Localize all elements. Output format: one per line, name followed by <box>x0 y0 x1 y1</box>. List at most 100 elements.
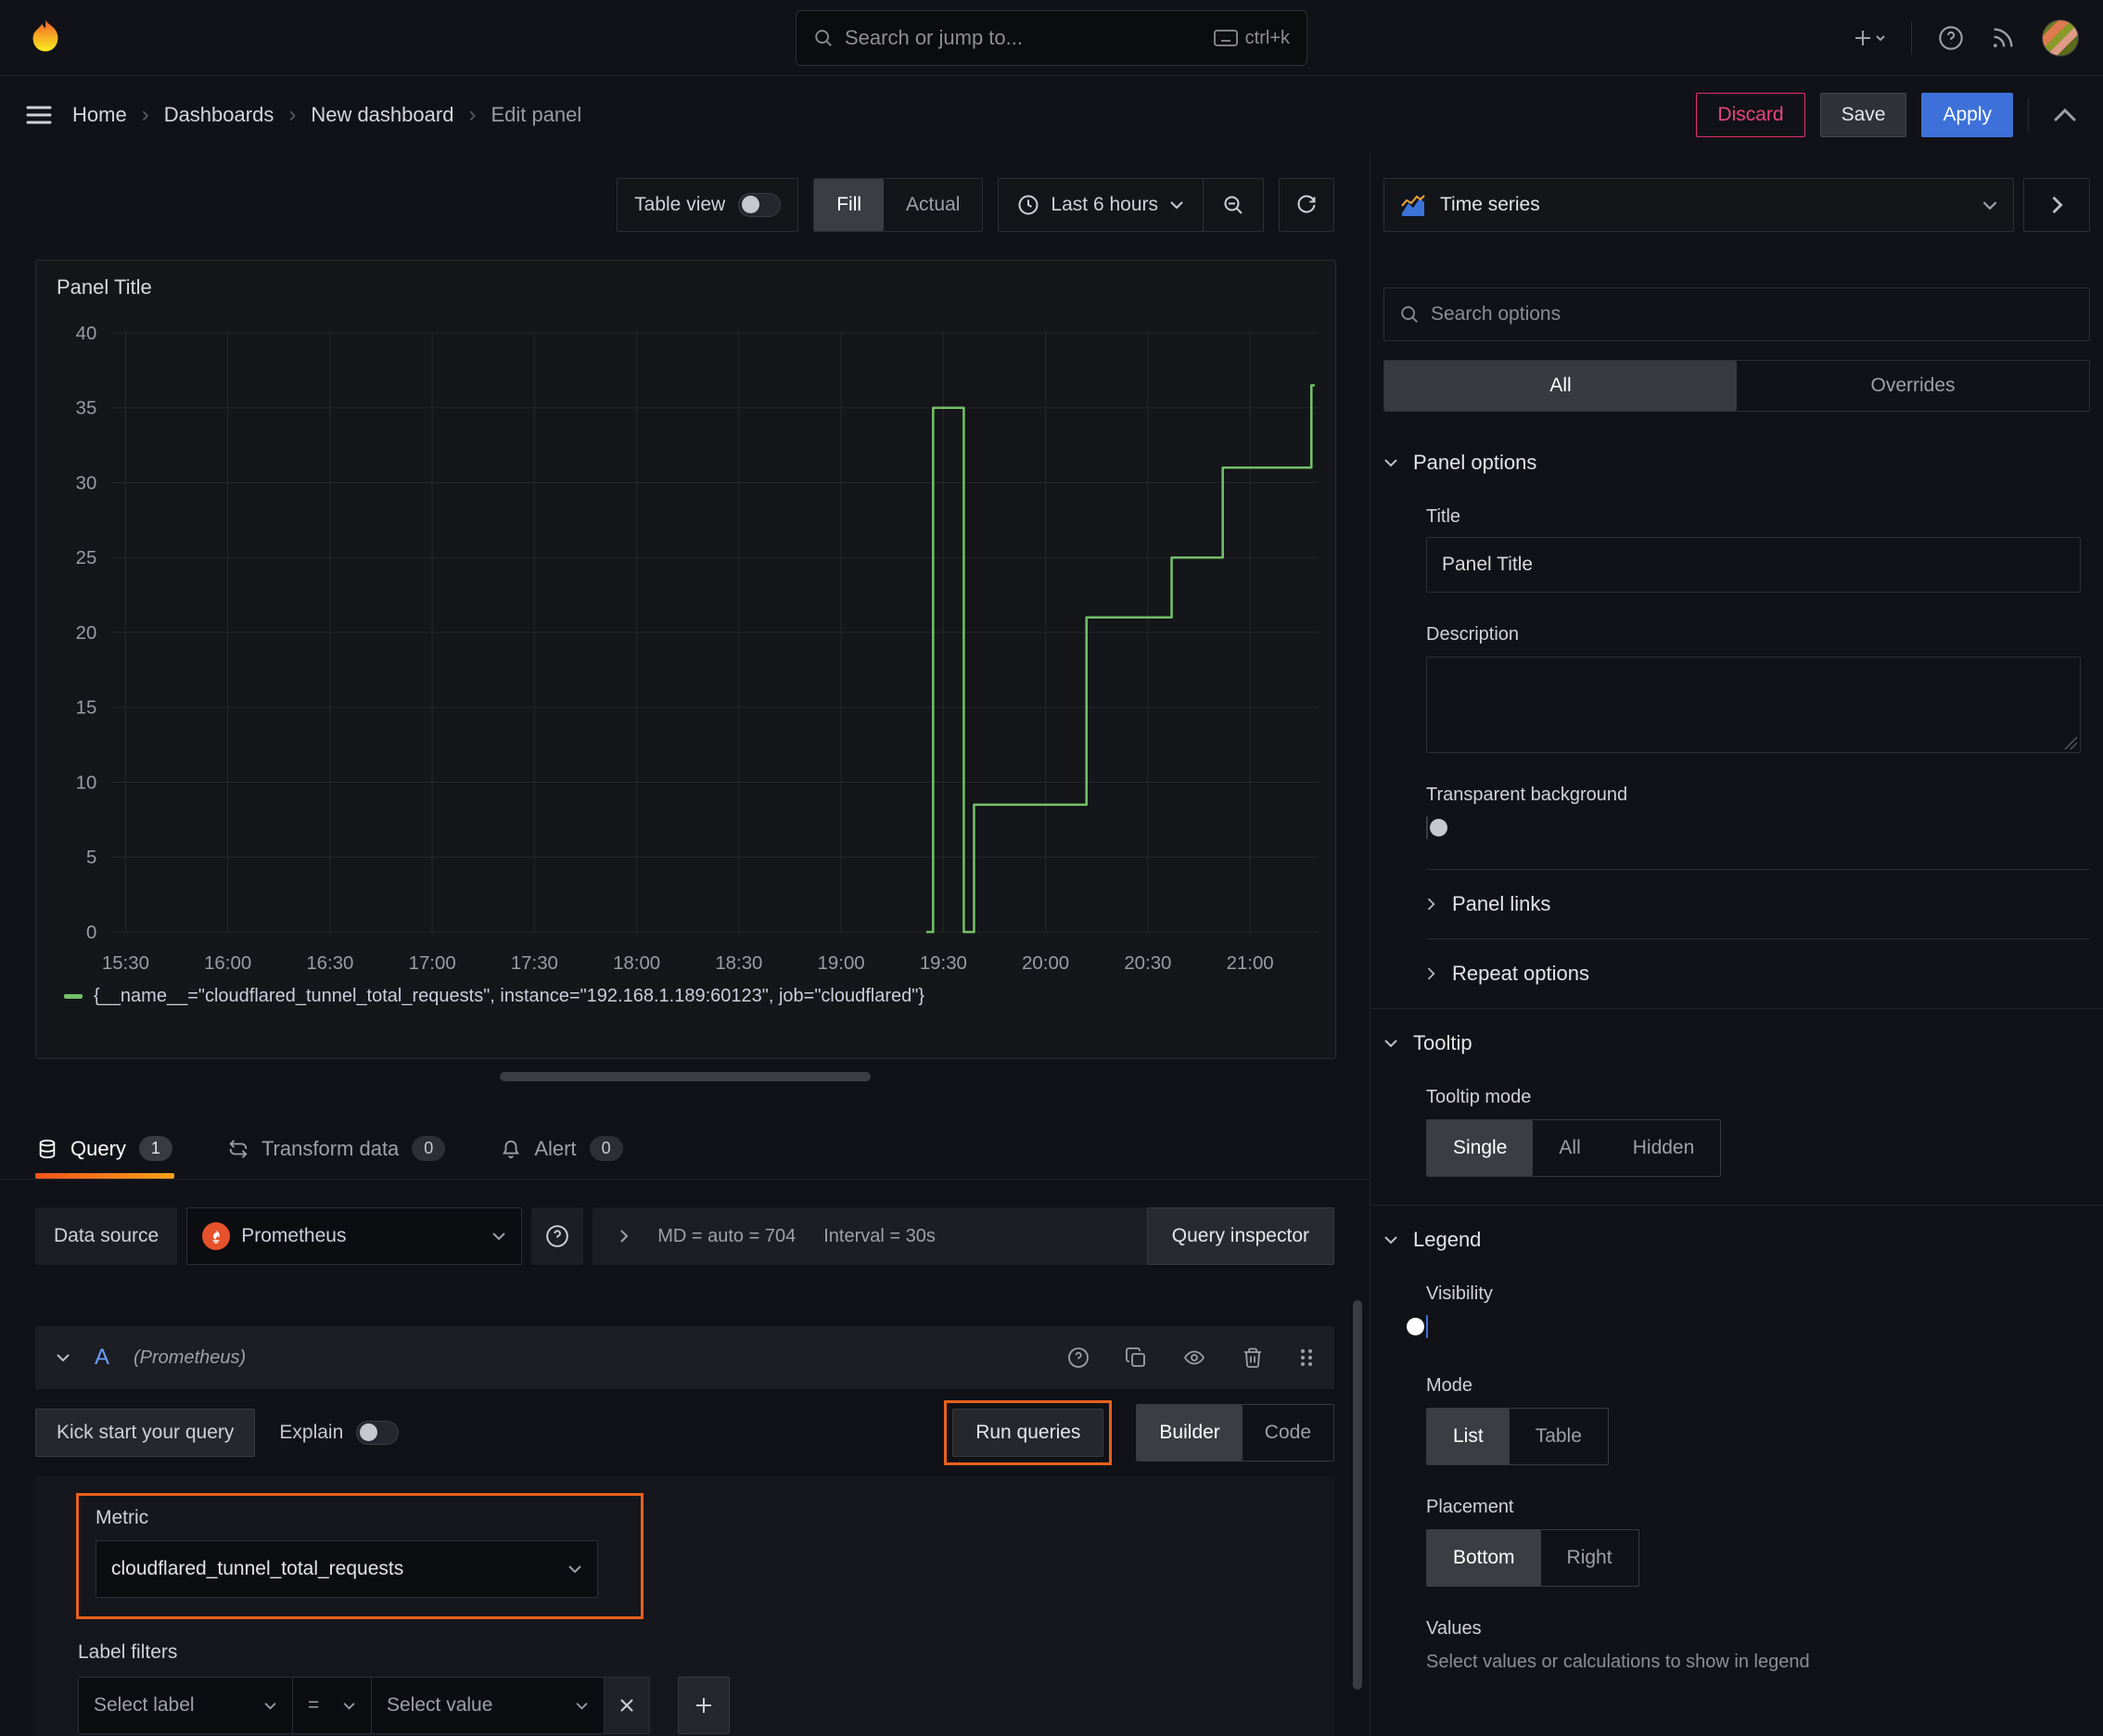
avatar[interactable] <box>2042 19 2079 57</box>
svg-text:16:30: 16:30 <box>306 953 353 974</box>
legend-placement-switch: Bottom Right <box>1426 1529 1639 1587</box>
tooltip-hidden-option[interactable]: Hidden <box>1607 1120 1721 1176</box>
svg-text:19:30: 19:30 <box>920 953 967 974</box>
select-label-dropdown[interactable]: Select label <box>78 1677 293 1734</box>
datasource-label: Data source <box>35 1207 178 1265</box>
code-option[interactable]: Code <box>1243 1405 1333 1461</box>
legend-list-option[interactable]: List <box>1427 1409 1510 1464</box>
tooltip-title: Tooltip <box>1413 1031 1472 1054</box>
transparent-background-toggle[interactable] <box>1426 816 1447 839</box>
fill-option[interactable]: Fill <box>814 179 885 231</box>
time-range-picker[interactable]: Last 6 hours <box>999 179 1203 231</box>
datasource-help-button[interactable] <box>531 1207 584 1265</box>
svg-text:18:00: 18:00 <box>613 953 660 974</box>
breadcrumb-new-dashboard[interactable]: New dashboard <box>311 103 453 127</box>
scrollbar-thumb[interactable] <box>1353 1300 1362 1690</box>
tooltip-header[interactable]: Tooltip <box>1383 1031 2090 1055</box>
explain-toggle[interactable] <box>356 1421 400 1445</box>
panel-options-header[interactable]: Panel options <box>1383 451 2090 475</box>
legend-visibility-label: Visibility <box>1426 1283 1493 1304</box>
chevron-right-icon: › <box>468 102 477 127</box>
description-textarea[interactable] <box>1426 657 2081 753</box>
toggle-viz-picker-button[interactable] <box>2023 178 2090 232</box>
chevron-right-icon <box>1426 966 1435 981</box>
legend-bottom-option[interactable]: Bottom <box>1427 1530 1541 1586</box>
kick-start-button[interactable]: Kick start your query <box>35 1409 256 1457</box>
chevron-down-icon <box>1982 200 1998 211</box>
transparent-background-label: Transparent background <box>1426 785 1628 805</box>
collapse-options-icon[interactable] <box>2053 108 2077 122</box>
eye-icon[interactable] <box>1182 1347 1206 1369</box>
legend-mode-switch: List Table <box>1426 1408 1609 1465</box>
visualization-picker[interactable]: Time series <box>1383 178 2014 232</box>
transform-icon <box>228 1138 249 1160</box>
add-filter-button[interactable] <box>678 1677 730 1734</box>
resize-corner-icon[interactable] <box>2064 736 2077 749</box>
grafana-logo-icon[interactable] <box>24 17 67 59</box>
metric-value: cloudflared_tunnel_total_requests <box>111 1558 404 1579</box>
menu-icon[interactable] <box>26 105 52 125</box>
add-menu-icon[interactable] <box>1854 27 1885 49</box>
tab-query[interactable]: Query 1 <box>35 1118 174 1179</box>
chevron-right-icon <box>1426 897 1435 912</box>
legend-table-option[interactable]: Table <box>1510 1409 1608 1464</box>
panel-title[interactable]: Panel Title <box>36 261 1335 300</box>
table-view-toggle[interactable] <box>738 193 782 217</box>
panel-links-section[interactable]: Panel links <box>1383 870 2090 938</box>
query-row-header[interactable]: A (Prometheus) <box>35 1326 1334 1389</box>
select-value-dropdown[interactable]: Select value <box>371 1677 605 1734</box>
tab-alert-badge: 0 <box>589 1136 623 1161</box>
duplicate-icon[interactable] <box>1125 1347 1147 1369</box>
chart-legend: {__name__="cloudflared_tunnel_total_requ… <box>36 986 1335 1018</box>
zoom-out-button[interactable] <box>1203 179 1263 231</box>
legend-series-label[interactable]: {__name__="cloudflared_tunnel_total_requ… <box>94 986 924 1007</box>
operator-dropdown[interactable]: = <box>292 1677 372 1734</box>
explain-label: Explain <box>279 1422 344 1443</box>
tab-overrides[interactable]: Overrides <box>1737 361 2089 411</box>
tab-alert[interactable]: Alert 0 <box>499 1118 624 1179</box>
options-search-input[interactable] <box>1431 303 2074 326</box>
tooltip-all-option[interactable]: All <box>1533 1120 1606 1176</box>
svg-text:17:30: 17:30 <box>511 953 558 974</box>
tab-all[interactable]: All <box>1384 361 1737 411</box>
discard-button[interactable]: Discard <box>1696 93 1805 137</box>
legend-mode-label: Mode <box>1426 1375 1473 1396</box>
query-editor: Metric cloudflared_tunnel_total_requests… <box>35 1476 1334 1736</box>
refresh-button[interactable] <box>1280 178 1333 232</box>
save-button[interactable]: Save <box>1819 93 1907 137</box>
trash-icon[interactable] <box>1242 1347 1264 1369</box>
breadcrumb-dashboards[interactable]: Dashboards <box>164 103 274 127</box>
drag-handle-icon[interactable] <box>1299 1347 1314 1369</box>
query-help-icon[interactable] <box>1067 1347 1090 1369</box>
legend-right-option[interactable]: Right <box>1541 1530 1638 1586</box>
builder-option[interactable]: Builder <box>1137 1405 1243 1461</box>
remove-filter-button[interactable] <box>604 1677 650 1734</box>
options-search[interactable] <box>1383 287 2090 341</box>
svg-text:17:00: 17:00 <box>409 953 456 974</box>
query-inspector-button[interactable]: Query inspector <box>1146 1207 1334 1265</box>
resize-handle[interactable] <box>499 1072 871 1081</box>
news-icon[interactable] <box>1990 25 2016 51</box>
apply-button[interactable]: Apply <box>1921 93 2013 137</box>
repeat-options-section[interactable]: Repeat options <box>1383 939 2090 1008</box>
panel-title-input[interactable] <box>1426 537 2081 593</box>
metric-select[interactable]: cloudflared_tunnel_total_requests <box>96 1540 598 1598</box>
global-search[interactable]: ctrl+k <box>796 10 1307 66</box>
tooltip-single-option[interactable]: Single <box>1427 1120 1534 1176</box>
chevron-down-icon <box>263 1702 277 1710</box>
breadcrumb-home[interactable]: Home <box>72 103 127 127</box>
legend-title: Legend <box>1413 1228 1482 1251</box>
actual-option[interactable]: Actual <box>884 179 982 231</box>
datasource-picker[interactable]: Prometheus <box>186 1207 523 1265</box>
query-options-row[interactable]: MD = auto = 704 Interval = 30s <box>593 1207 1192 1265</box>
help-icon[interactable] <box>1938 25 1964 51</box>
run-queries-button[interactable]: Run queries <box>952 1409 1104 1457</box>
legend-header[interactable]: Legend <box>1383 1228 2090 1252</box>
tab-transform-data[interactable]: Transform data 0 <box>226 1118 447 1179</box>
legend-visibility-toggle[interactable] <box>1407 1315 1428 1338</box>
chevron-down-icon[interactable] <box>56 1353 70 1362</box>
interval-stat: Interval = 30s <box>823 1225 936 1246</box>
svg-text:20:00: 20:00 <box>1022 953 1069 974</box>
search-input[interactable] <box>845 26 1203 50</box>
svg-text:25: 25 <box>76 548 97 568</box>
